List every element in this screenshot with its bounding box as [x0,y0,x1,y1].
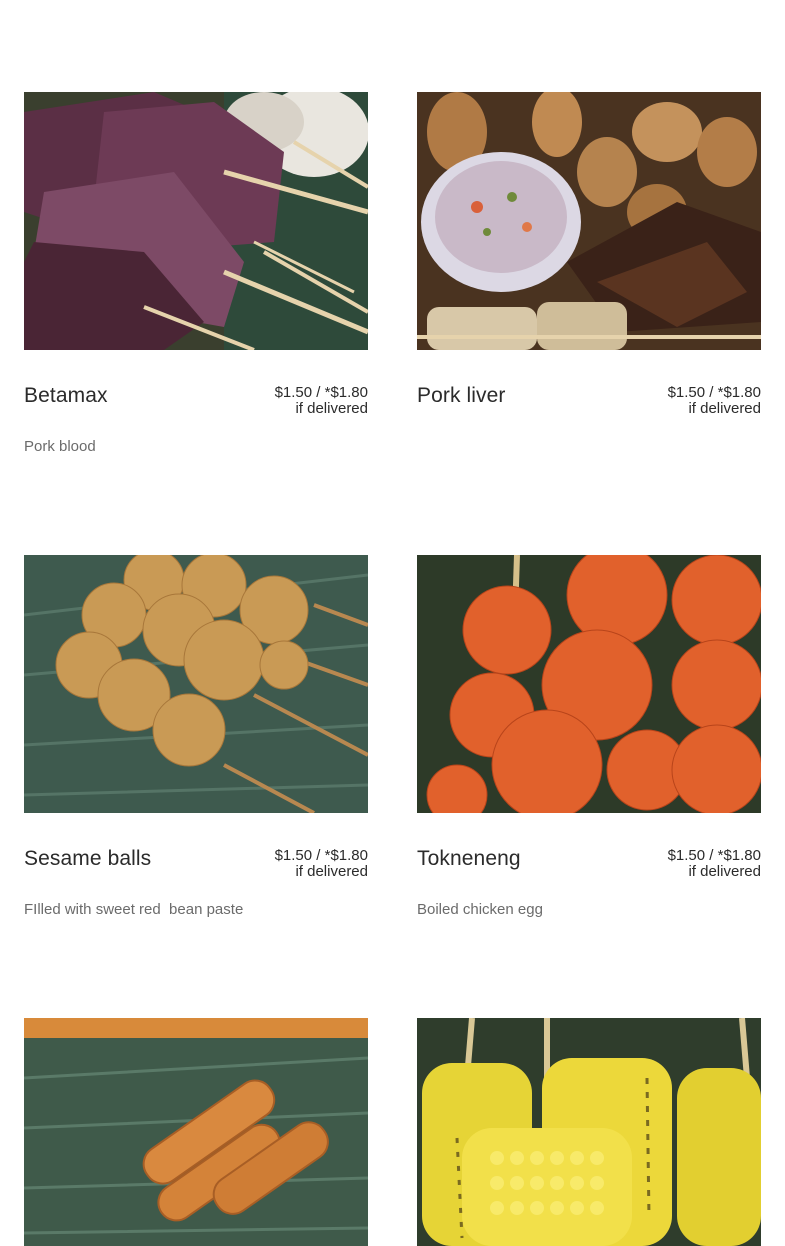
menu-item-card[interactable]: Pork liver $1.50 / *$1.80 if delivered [417,92,761,417]
menu-item-header: Pork liver $1.50 / *$1.80 if delivered [417,383,761,423]
menu-item-description: FIlled with sweet red bean paste [24,901,244,918]
menu-item-name: Sesame balls [24,847,152,870]
delivery-note: if delivered [295,400,368,417]
menu-item-name: Pork liver [417,384,506,407]
sesame-balls-photo[interactable] [24,555,368,813]
menu-item-header: Betamax $1.50 / *$1.80 if delivered [24,383,368,423]
menu-item-name: Tokneneng [417,847,521,870]
menu-item-price: $1.50 / *$1.80 if delivered [275,848,368,880]
menu-item-price: $1.50 / *$1.80 if delivered [668,848,761,880]
spring-rolls-photo[interactable] [24,1018,368,1246]
menu-item-price: $1.50 / *$1.80 if delivered [668,385,761,417]
menu-item-header: Sesame balls $1.50 / *$1.80 if delivered [24,846,368,886]
menu-item-name: Betamax [24,384,108,407]
menu-item-description: Boiled chicken egg [417,901,543,918]
price-text: $1.50 / *$1.80 [274,847,368,864]
price-text: $1.50 / *$1.80 [274,384,368,401]
delivery-note: if delivered [295,863,368,880]
pork-liver-skewers-photo[interactable] [417,92,761,350]
menu-item-description: Pork blood [24,438,96,455]
price-text: $1.50 / *$1.80 [667,384,761,401]
menu-item-price: $1.50 / *$1.80 if delivered [275,385,368,417]
menu-grid: Betamax $1.50 / *$1.80 if delivered Pork… [0,0,785,1246]
price-text: $1.50 / *$1.80 [667,847,761,864]
menu-item-card[interactable]: Tokneneng $1.50 / *$1.80 if delivered Bo… [417,555,761,918]
menu-item-card[interactable] [417,1018,761,1246]
tokneneng-photo[interactable] [417,555,761,813]
pork-blood-skewers-photo[interactable] [24,92,368,350]
delivery-note: if delivered [688,400,761,417]
menu-item-header: Tokneneng $1.50 / *$1.80 if delivered [417,846,761,886]
grilled-corn-photo[interactable] [417,1018,761,1246]
delivery-note: if delivered [688,863,761,880]
menu-item-card[interactable] [24,1018,368,1246]
menu-item-card[interactable]: Sesame balls $1.50 / *$1.80 if delivered… [24,555,368,918]
menu-item-card[interactable]: Betamax $1.50 / *$1.80 if delivered Pork… [24,92,368,455]
